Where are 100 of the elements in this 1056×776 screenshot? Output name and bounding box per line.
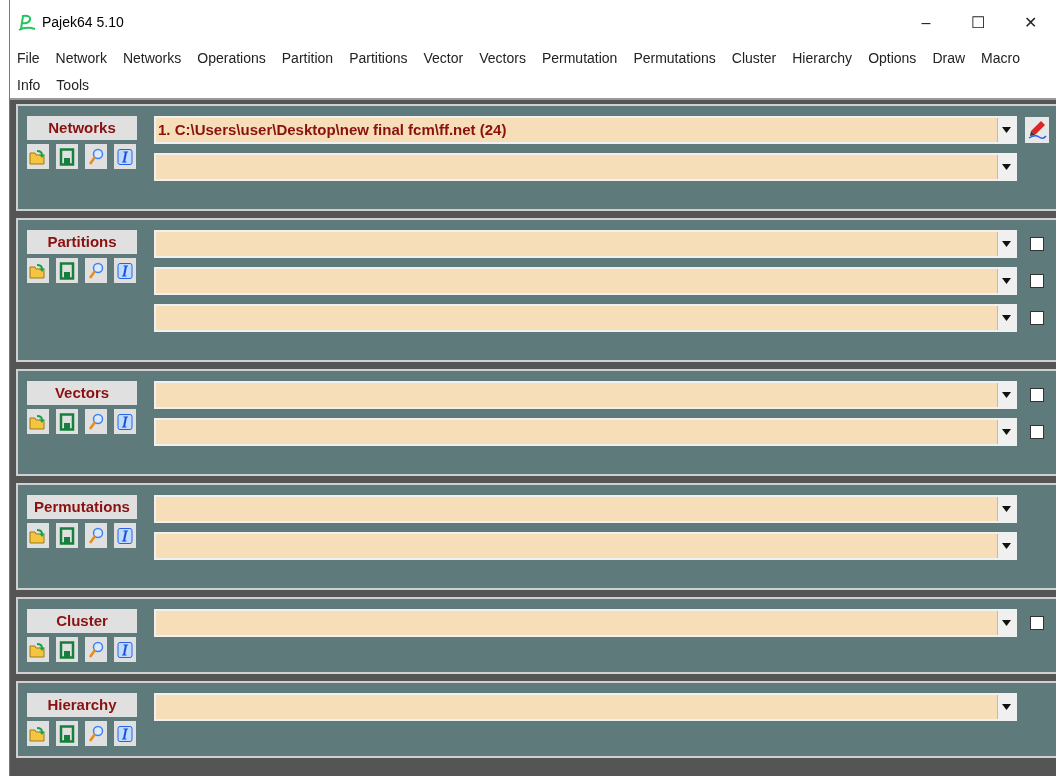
floppy-disk-button[interactable] (56, 258, 78, 283)
menu-item[interactable]: Cluster (731, 45, 777, 72)
checkbox[interactable] (1029, 237, 1044, 251)
open-folder-button[interactable] (27, 637, 49, 662)
menu-item[interactable]: Draw (932, 45, 966, 72)
menu-item[interactable]: Vector (423, 45, 464, 72)
search-icon (87, 724, 105, 743)
dropdown-field[interactable] (154, 609, 1017, 637)
open-folder-button[interactable] (27, 523, 49, 548)
info-icon (116, 724, 134, 743)
dropdown-field[interactable] (154, 304, 1017, 332)
dropdown-field[interactable]: 1. C:\Users\user\Desktop\new final fcm\ff.net (24) (154, 116, 1017, 144)
open-folder-icon (29, 640, 47, 659)
search-button[interactable] (85, 721, 107, 746)
window-control-button[interactable]: ✕ (1004, 7, 1056, 38)
menu-item[interactable]: Permutations (633, 45, 716, 72)
info-icon (116, 147, 134, 166)
menu-item[interactable]: Hierarchy (792, 45, 853, 72)
dropdown-field[interactable] (154, 153, 1017, 181)
menu-item[interactable]: File (17, 45, 40, 72)
info-button[interactable] (114, 409, 136, 434)
dropdown-arrow-icon (1002, 506, 1011, 512)
window-title: Pajek64 5.10 (42, 13, 124, 32)
dropdown-arrow-icon (1002, 127, 1011, 133)
dropdown-field[interactable] (154, 230, 1017, 258)
floppy-disk-button[interactable] (56, 721, 78, 746)
menu-item[interactable]: Partition (281, 45, 334, 72)
info-icon (116, 640, 134, 659)
checkbox[interactable] (1029, 616, 1044, 630)
info-icon (116, 412, 134, 431)
menu-item[interactable]: Options (868, 45, 917, 72)
open-folder-button[interactable] (27, 144, 49, 169)
open-folder-icon (29, 724, 47, 743)
open-folder-icon (29, 526, 47, 545)
pencil-icon (1026, 120, 1047, 140)
search-button[interactable] (85, 409, 107, 434)
menu-item[interactable]: Vectors (479, 45, 526, 72)
search-icon (87, 261, 105, 280)
checkbox[interactable] (1029, 388, 1044, 402)
search-icon (87, 526, 105, 545)
menu-item[interactable]: Info (17, 72, 41, 99)
menu-item[interactable]: Network (55, 45, 107, 72)
section-label: Partitions (27, 230, 137, 254)
dropdown-field[interactable] (154, 418, 1017, 446)
search-button[interactable] (85, 144, 107, 169)
section-label: Cluster (27, 609, 137, 633)
open-folder-button[interactable] (27, 409, 49, 434)
floppy-disk-button[interactable] (56, 637, 78, 662)
search-icon (87, 147, 105, 166)
info-button[interactable] (114, 144, 136, 169)
dropdown-arrow-icon (1002, 241, 1011, 247)
dropdown-arrow-icon (1002, 620, 1011, 626)
dropdown-field[interactable] (154, 693, 1017, 721)
info-icon (116, 526, 134, 545)
menu-item[interactable]: Operations (197, 45, 266, 72)
info-button[interactable] (114, 258, 136, 283)
section-label: Networks (27, 116, 137, 140)
app-logo-icon (18, 13, 36, 32)
open-folder-icon (29, 147, 47, 166)
section-label: Permutations (27, 495, 137, 519)
section-label: Vectors (27, 381, 137, 405)
dropdown-field[interactable] (154, 381, 1017, 409)
info-icon (116, 261, 134, 280)
open-folder-icon (29, 261, 47, 280)
dropdown-arrow-icon (1002, 315, 1011, 321)
section-label: Hierarchy (27, 693, 137, 717)
dropdown-arrow-icon (1002, 429, 1011, 435)
search-button[interactable] (85, 258, 107, 283)
dropdown-arrow-icon (1002, 278, 1011, 284)
menu-item[interactable]: Permutation (541, 45, 618, 72)
dropdown-arrow-icon (1002, 543, 1011, 549)
window-control-button[interactable]: – (900, 7, 952, 38)
checkbox[interactable] (1029, 274, 1044, 288)
dropdown-field[interactable] (154, 532, 1017, 560)
menu-item[interactable]: Macro (981, 45, 1020, 72)
checkbox[interactable] (1029, 311, 1044, 325)
info-button[interactable] (114, 637, 136, 662)
search-icon (87, 640, 105, 659)
edit-button[interactable] (1024, 117, 1049, 143)
window-control-button[interactable]: ☐ (952, 7, 1004, 38)
open-folder-button[interactable] (27, 721, 49, 746)
info-button[interactable] (114, 721, 136, 746)
open-folder-icon (29, 412, 47, 431)
dropdown-field[interactable] (154, 495, 1017, 523)
dropdown-arrow-icon (1002, 704, 1011, 710)
dropdown-field[interactable] (154, 267, 1017, 295)
info-button[interactable] (114, 523, 136, 548)
open-folder-button[interactable] (27, 258, 49, 283)
menu-item[interactable]: Tools (56, 72, 90, 99)
search-icon (87, 412, 105, 431)
floppy-disk-button[interactable] (56, 409, 78, 434)
dropdown-arrow-icon (1002, 164, 1011, 170)
search-button[interactable] (85, 523, 107, 548)
search-button[interactable] (85, 637, 107, 662)
dropdown-arrow-icon (1002, 392, 1011, 398)
floppy-disk-button[interactable] (56, 144, 78, 169)
menu-item[interactable]: Networks (122, 45, 182, 72)
checkbox[interactable] (1029, 425, 1044, 439)
floppy-disk-button[interactable] (56, 523, 78, 548)
menu-item[interactable]: Partitions (349, 45, 408, 72)
